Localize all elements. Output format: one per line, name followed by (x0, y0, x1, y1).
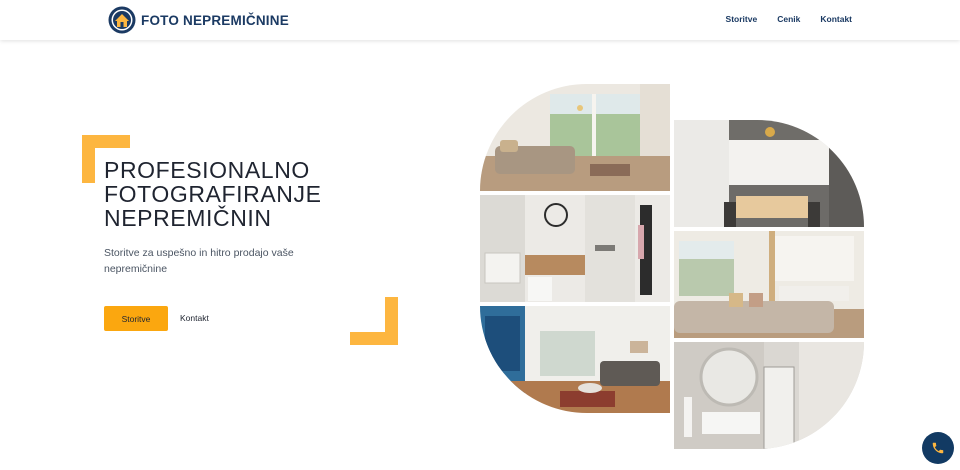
house-logo-icon (108, 6, 136, 34)
storitve-button[interactable]: Storitve (104, 306, 168, 331)
call-button[interactable] (922, 432, 954, 464)
kontakt-link[interactable]: Kontakt (180, 313, 209, 323)
nav-link-storitve[interactable]: Storitve (726, 14, 758, 24)
photo-open-kitchen-living (674, 231, 864, 338)
photo-bathroom-shower (480, 195, 670, 302)
brand-name: FOTO NEPREMIČNINE (141, 12, 289, 28)
phone-icon (932, 442, 944, 454)
decorative-corner-bottom-right (350, 297, 398, 345)
photo-living-room-terrace (480, 84, 670, 191)
nav-link-cenik[interactable]: Cenik (777, 14, 800, 24)
site-logo[interactable]: FOTO NEPREMIČNINE (108, 6, 289, 34)
photo-bathroom-round-mirror (674, 342, 864, 449)
photo-kitchen-dining (674, 120, 864, 227)
hero-title: PROFESIONALNO FOTOGRAFIRANJE NEPREMIČNIN (104, 157, 322, 231)
main-nav: Storitve Cenik Kontakt (726, 14, 852, 24)
photo-living-room-blue-art (480, 306, 670, 413)
nav-link-kontakt[interactable]: Kontakt (820, 14, 852, 24)
site-header: FOTO NEPREMIČNINE Storitve Cenik Kontakt (0, 0, 960, 40)
hero-subtitle: Storitve za uspešno in hitro prodajo vaš… (104, 247, 294, 275)
